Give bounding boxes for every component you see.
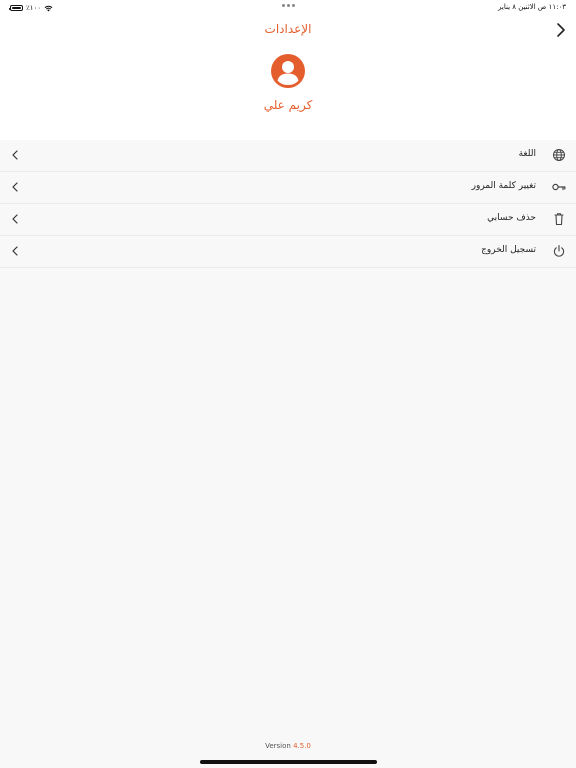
globe-icon (553, 149, 565, 161)
settings-menu: اللغة تغيير كلمة المرور حذف حسابي تسجيل … (0, 140, 576, 268)
chevron-left-icon (12, 246, 18, 256)
power-icon (553, 244, 565, 257)
status-time-date: ١١:٠٣ ص الاثنين ٨ يناير (498, 3, 566, 11)
menu-item-label: حذف حسابي (487, 213, 536, 223)
menu-item-label: تسجيل الخروج (481, 245, 536, 255)
menu-item-logout[interactable]: تسجيل الخروج (0, 236, 576, 268)
menu-item-change-password[interactable]: تغيير كلمة المرور (0, 172, 576, 204)
user-name: كريم علي (263, 98, 313, 112)
key-icon (552, 183, 566, 191)
menu-item-label: اللغة (518, 149, 536, 159)
chevron-left-icon (12, 150, 18, 160)
menu-item-language[interactable]: اللغة (0, 140, 576, 172)
chevron-left-icon (12, 182, 18, 192)
status-bar: ٪١٠٠ ١١:٠٣ ص الاثنين ٨ يناير (0, 0, 576, 16)
page-title: الإعدادات (264, 22, 312, 36)
multitasking-dots-icon[interactable] (282, 4, 295, 7)
status-indicators: ٪١٠٠ (9, 4, 53, 12)
home-indicator[interactable] (200, 760, 377, 764)
avatar-icon[interactable] (271, 54, 305, 88)
menu-item-label: تغيير كلمة المرور (471, 181, 536, 191)
chevron-left-icon (12, 214, 18, 224)
profile-header: الإعدادات كريم علي (0, 16, 576, 140)
battery-percentage: ٪١٠٠ (26, 4, 42, 12)
wifi-icon (44, 5, 53, 11)
battery-icon (9, 5, 23, 11)
trash-icon (554, 213, 564, 226)
version-number: 4.5.0 (293, 742, 311, 750)
app-version: Version 4.5.0 (0, 742, 576, 750)
menu-item-delete-account[interactable]: حذف حسابي (0, 204, 576, 236)
version-label: Version (265, 742, 291, 750)
